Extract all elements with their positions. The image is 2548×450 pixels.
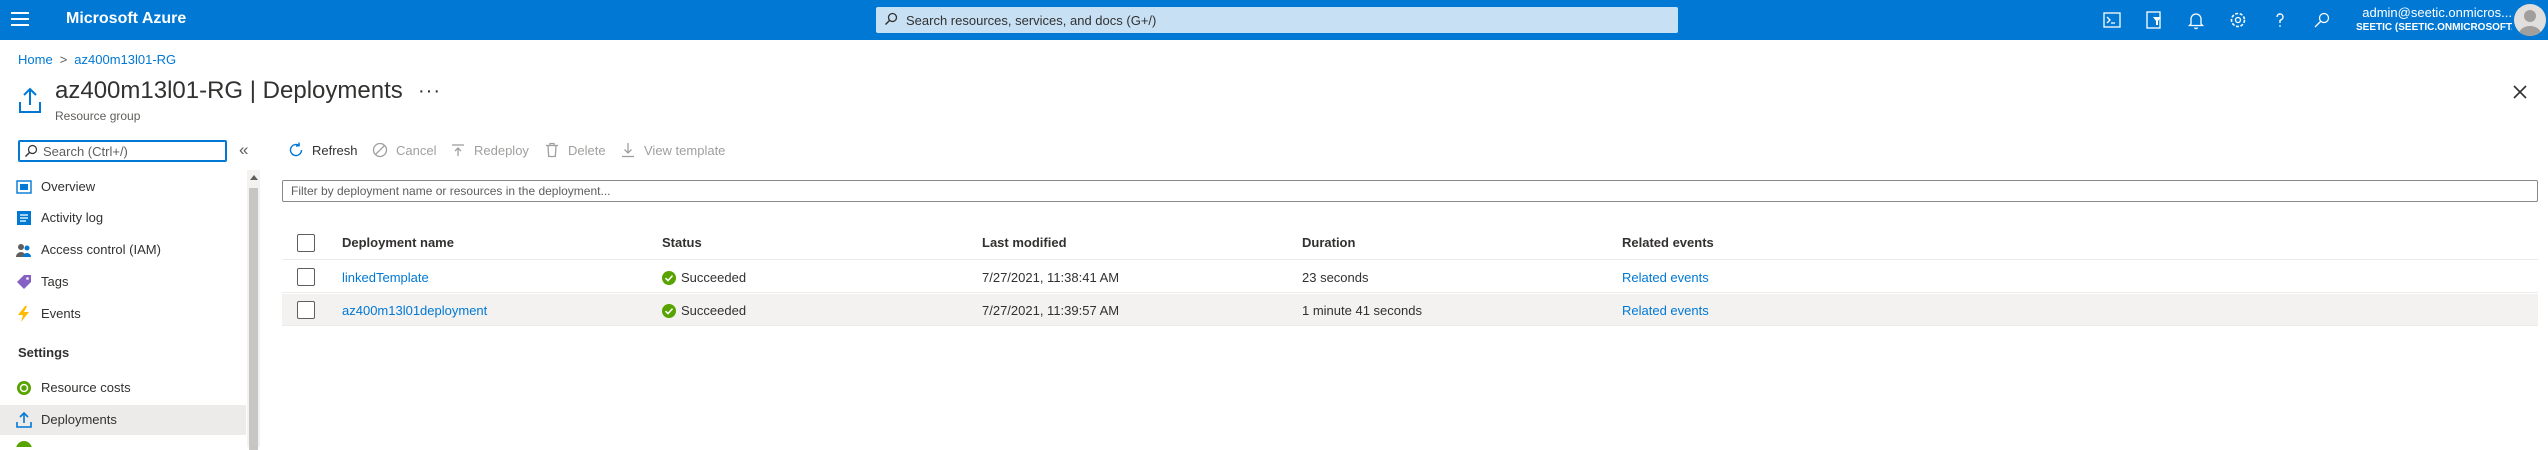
resource-costs-icon: [17, 381, 31, 395]
sidebar-search-input[interactable]: Search (Ctrl+/): [18, 140, 227, 162]
related-events-link[interactable]: Related events: [1622, 270, 1709, 285]
user-icon: [2519, 10, 2541, 36]
collapse-sidebar-button[interactable]: «: [239, 140, 248, 160]
top-bar: Microsoft Azure Search resources, servic…: [0, 0, 2548, 40]
brand-title[interactable]: Microsoft Azure: [66, 10, 186, 28]
deployments-title-icon: [19, 87, 41, 113]
sidebar-item-deployments[interactable]: Deployments: [0, 405, 246, 435]
close-icon[interactable]: [2510, 82, 2530, 102]
sidebar-item-iam[interactable]: Access control (IAM): [0, 235, 246, 265]
tag-icon: [17, 275, 31, 289]
search-icon: [25, 144, 38, 157]
last-modified-cell: 7/27/2021, 11:38:41 AM: [982, 270, 1120, 285]
row-checkbox[interactable]: [297, 268, 315, 286]
last-modified-cell: 7/27/2021, 11:39:57 AM: [982, 303, 1120, 318]
sidebar-search-placeholder: Search (Ctrl+/): [43, 144, 128, 159]
sidebar-item-resource-costs[interactable]: Resource costs: [0, 373, 246, 403]
menu-icon[interactable]: [11, 12, 29, 28]
account-directory: SEETIC (SEETIC.ONMICROSOFT.C...: [2356, 22, 2512, 33]
sidebar-item-label: Activity log: [41, 210, 104, 225]
cancel-label: Cancel: [396, 143, 437, 158]
table-header: Deployment name Status Last modified Dur…: [282, 226, 2538, 260]
duration-cell: 23 seconds: [1302, 270, 1369, 285]
deployment-name-link[interactable]: az400m13l01deployment: [342, 303, 487, 318]
sidebar-item-label: Tags: [41, 274, 69, 289]
deployment-name-link[interactable]: linkedTemplate: [342, 270, 429, 285]
breadcrumb-home[interactable]: Home: [18, 52, 53, 67]
select-all-checkbox[interactable]: [297, 234, 315, 252]
search-icon: [884, 12, 898, 26]
row-checkbox[interactable]: [297, 301, 315, 319]
column-header-last-modified[interactable]: Last modified: [982, 235, 1067, 250]
cloud-shell-icon[interactable]: [2100, 8, 2124, 32]
overview-icon: [16, 180, 32, 194]
sidebar-item-activity-log[interactable]: Activity log: [0, 203, 246, 233]
sidebar-item-label: Events: [41, 306, 81, 321]
iam-icon: [16, 244, 31, 257]
breadcrumb-resource-group[interactable]: az400m13l01-RG: [74, 52, 176, 67]
page-subtitle: Resource group: [55, 109, 141, 123]
redeploy-icon: [452, 144, 464, 156]
feedback-icon[interactable]: [2310, 8, 2334, 32]
redeploy-label: Redeploy: [474, 143, 529, 158]
account-name: admin@seetic.onmicros...: [2362, 5, 2512, 20]
success-check-icon: [662, 304, 676, 318]
table-row[interactable]: linkedTemplate Succeeded 7/27/2021, 11:3…: [282, 261, 2538, 293]
sidebar-item-label: Access control (IAM): [41, 242, 161, 257]
table-row[interactable]: az400m13l01deployment Succeeded 7/27/202…: [282, 294, 2538, 326]
related-events-link[interactable]: Related events: [1622, 303, 1709, 318]
status-cell: Succeeded: [662, 303, 746, 318]
settings-icon[interactable]: [2226, 8, 2250, 32]
sidebar-item-label: Overview: [41, 179, 96, 194]
global-search-input[interactable]: Search resources, services, and docs (G+…: [876, 7, 1678, 33]
scrollbar-thumb[interactable]: [249, 188, 258, 450]
notifications-icon[interactable]: [2184, 8, 2208, 32]
column-header-status[interactable]: Status: [662, 235, 702, 250]
column-header-duration[interactable]: Duration: [1302, 235, 1355, 250]
page-title: az400m13l01-RG | Deployments: [55, 77, 403, 104]
duration-cell: 1 minute 41 seconds: [1302, 303, 1422, 318]
cancel-icon: [372, 142, 388, 158]
status-cell: Succeeded: [662, 270, 746, 285]
refresh-icon: [289, 142, 303, 157]
deployment-filter-input[interactable]: Filter by deployment name or resources i…: [282, 180, 2538, 202]
account-info[interactable]: admin@seetic.onmicros... SEETIC (SEETIC.…: [2356, 5, 2512, 33]
deployments-icon: [16, 412, 32, 428]
sidebar-item-tags[interactable]: Tags: [0, 267, 246, 297]
status-text: Succeeded: [681, 303, 747, 318]
download-icon: [622, 143, 634, 158]
search-placeholder: Search resources, services, and docs (G+…: [906, 13, 1157, 28]
status-text: Succeeded: [681, 270, 747, 285]
column-header-deployment-name[interactable]: Deployment name: [342, 235, 454, 250]
sidebar-item-label: Resource costs: [41, 380, 131, 395]
activity-log-icon: [17, 211, 31, 225]
sidebar-item-label: Deployments: [41, 412, 117, 427]
scroll-up-arrow-icon[interactable]: [250, 175, 258, 180]
sidebar-scrollbar[interactable]: [247, 170, 260, 450]
help-icon[interactable]: [2268, 8, 2292, 32]
sidebar-item-overview[interactable]: Overview: [0, 172, 246, 202]
avatar[interactable]: [2514, 4, 2546, 36]
directory-filter-icon[interactable]: [2142, 8, 2166, 32]
view-template-label: View template: [644, 143, 726, 158]
refresh-label: Refresh: [312, 143, 358, 158]
sidebar-next-item-icon: [16, 441, 32, 447]
delete-label: Delete: [568, 143, 606, 158]
breadcrumb-separator: >: [59, 52, 68, 67]
filter-placeholder: Filter by deployment name or resources i…: [291, 184, 611, 198]
sidebar-section-settings: Settings: [18, 345, 70, 360]
more-options-button[interactable]: ···: [418, 80, 441, 103]
breadcrumb: Home > az400m13l01-RG: [18, 52, 176, 67]
events-icon: [18, 306, 29, 322]
sidebar-item-events[interactable]: Events: [0, 299, 246, 329]
column-header-related-events[interactable]: Related events: [1622, 235, 1714, 250]
delete-icon: [546, 142, 558, 158]
success-check-icon: [662, 271, 676, 285]
